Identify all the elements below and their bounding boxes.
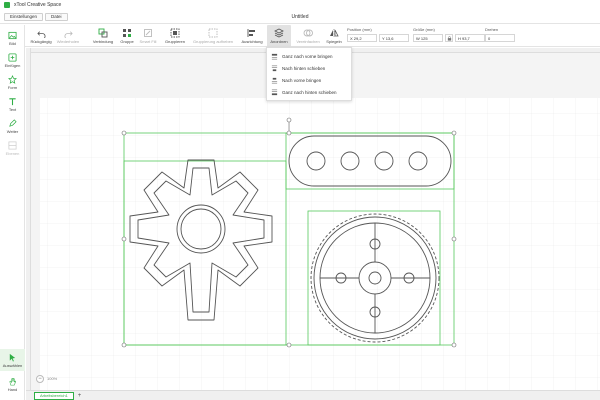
send-backward-icon — [271, 65, 278, 72]
merge-label: Vereinfachen — [296, 39, 320, 44]
send-to-back-icon — [271, 89, 278, 96]
zoom-out-button[interactable]: − — [36, 374, 44, 383]
mirror-label: Spiegeln — [326, 39, 342, 44]
lock-ratio-icon[interactable] — [445, 34, 453, 42]
menu-file[interactable]: Datei — [45, 12, 68, 21]
group-label: Gruppe — [120, 39, 134, 44]
group-break-button[interactable]: Gruppierung aufheben — [191, 25, 235, 47]
pen-icon — [8, 118, 18, 128]
combine-button[interactable]: Verbindung — [91, 25, 115, 47]
undo-button[interactable]: Rückgängig — [29, 25, 53, 47]
smart-fill-button[interactable]: Smart Fill — [137, 25, 159, 47]
rotate-input[interactable]: 0 — [485, 34, 515, 42]
rotate-group: Drehen 0 — [485, 27, 515, 42]
sidebar-item-label: Text — [8, 107, 17, 112]
sidebar-item-text[interactable]: Text — [0, 93, 25, 115]
menu-settings[interactable]: Einstellungen — [4, 12, 44, 21]
combine-icon — [98, 28, 108, 38]
insert-icon — [8, 52, 18, 62]
bottom-tab-bar: Arbeitsbereich1 + — [26, 390, 600, 400]
ungroup-label: Gruppieren — [164, 39, 185, 44]
group-break-icon — [208, 28, 218, 38]
align-icon — [247, 28, 257, 38]
position-y-input[interactable]: Y 13,6 — [379, 34, 409, 42]
size-height-input[interactable]: H 93,7 — [455, 34, 485, 42]
add-tab-button[interactable]: + — [78, 393, 82, 399]
group-button[interactable]: Gruppe — [117, 25, 137, 47]
app-title: xTool Creative Space — [14, 2, 62, 8]
sidebar-item-label: Bild — [9, 41, 16, 46]
toolbar: Rückgängig Wiederholen Verbindung Gruppe… — [25, 25, 600, 47]
sidebar-item-shape[interactable]: Form — [0, 71, 25, 93]
bring-to-front-icon — [271, 53, 278, 60]
sidebar-item-insert[interactable]: Einfügen — [0, 49, 25, 71]
menu-item-label: Ganz nach vorne bringen — [282, 53, 333, 59]
group-break-label: Gruppierung aufheben — [192, 39, 234, 44]
menu-item-label: Ganz nach hinten schieben — [282, 89, 337, 95]
menu-bar: Einstellungen Datei Untitled — [0, 10, 600, 24]
menu-item-bring-forward[interactable]: Nach vorne bringen — [267, 74, 351, 86]
image-icon — [8, 30, 18, 40]
smart-fill-icon — [143, 28, 153, 38]
redo-label: Wiederholen — [56, 39, 80, 44]
arrange-menu: Ganz nach vorne bringen Nach hinten schi… — [266, 47, 352, 101]
sidebar-item-image[interactable]: Bild — [0, 27, 25, 49]
group-icon — [122, 28, 132, 38]
ungroup-button[interactable]: Gruppieren — [163, 25, 187, 47]
rotate-label: Drehen — [485, 27, 499, 32]
document-title: Untitled — [291, 14, 309, 20]
menu-item-label: Nach vorne bringen — [282, 77, 322, 83]
hand-icon — [8, 376, 18, 386]
sidebar-item-select[interactable]: Auswählen — [0, 349, 25, 371]
undo-icon — [36, 28, 46, 38]
tab-artboard[interactable]: Arbeitsbereich1 — [34, 391, 74, 400]
menu-item-label: Nach hinten schieben — [282, 65, 326, 71]
sidebar-item-label: Auswählen — [2, 363, 23, 368]
mirror-icon — [329, 28, 339, 38]
position-group: Position (mm) X 29,2 Y 13,6 — [347, 27, 409, 42]
bring-forward-icon — [271, 77, 278, 84]
zoom-control: − 100% — [36, 374, 57, 383]
text-icon — [8, 96, 18, 106]
layers-icon — [8, 140, 18, 150]
redo-button[interactable]: Wiederholen — [55, 25, 81, 47]
sidebar-item-hand[interactable]: Hand — [0, 373, 25, 395]
merge-button[interactable]: Vereinfachen — [295, 25, 321, 47]
undo-label: Rückgängig — [30, 39, 52, 44]
app-logo — [4, 2, 10, 8]
sidebar-item-label: Form — [7, 85, 18, 90]
position-label: Position (mm) — [347, 27, 372, 32]
merge-icon — [303, 28, 313, 38]
menu-item-send-to-back[interactable]: Ganz nach hinten schieben — [267, 86, 351, 98]
sidebar-item-pen[interactable]: Weiter — [0, 115, 25, 137]
align-label: Ausrichtung — [241, 39, 263, 44]
shape-icon — [8, 74, 18, 84]
ungroup-icon — [170, 28, 180, 38]
title-bar: xTool Creative Space — [0, 0, 600, 10]
zoom-level[interactable]: 100% — [47, 376, 57, 381]
align-button[interactable]: Ausrichtung — [239, 25, 265, 47]
sidebar-item-label: Ebenen — [5, 151, 20, 156]
sidebar-item-layers[interactable]: Ebenen — [0, 137, 25, 159]
sidebar-item-label: Hand — [7, 387, 18, 392]
mirror-button[interactable]: Spiegeln — [323, 25, 345, 47]
position-x-input[interactable]: X 29,2 — [347, 34, 377, 42]
menu-item-bring-to-front[interactable]: Ganz nach vorne bringen — [267, 50, 351, 62]
menu-item-send-backward[interactable]: Nach hinten schieben — [267, 62, 351, 74]
size-width-input[interactable]: W 125 — [413, 34, 443, 42]
redo-icon — [63, 28, 73, 38]
select-arrow-icon — [8, 352, 18, 362]
left-sidebar: Bild Einfügen Form Text Weiter Ebenen Au… — [0, 25, 25, 400]
sidebar-item-label: Weiter — [6, 129, 19, 134]
arrange-button[interactable]: Anordnen — [267, 25, 291, 47]
arrange-label: Anordnen — [270, 39, 288, 44]
arrange-icon — [274, 28, 284, 38]
size-label: Größe (mm) — [413, 27, 435, 32]
sidebar-item-label: Einfügen — [4, 63, 21, 68]
smart-fill-label: Smart Fill — [139, 39, 157, 44]
ruler-left — [26, 48, 31, 390]
size-group: Größe (mm) W 125 H 93,7 — [413, 27, 485, 42]
combine-label: Verbindung — [92, 39, 114, 44]
